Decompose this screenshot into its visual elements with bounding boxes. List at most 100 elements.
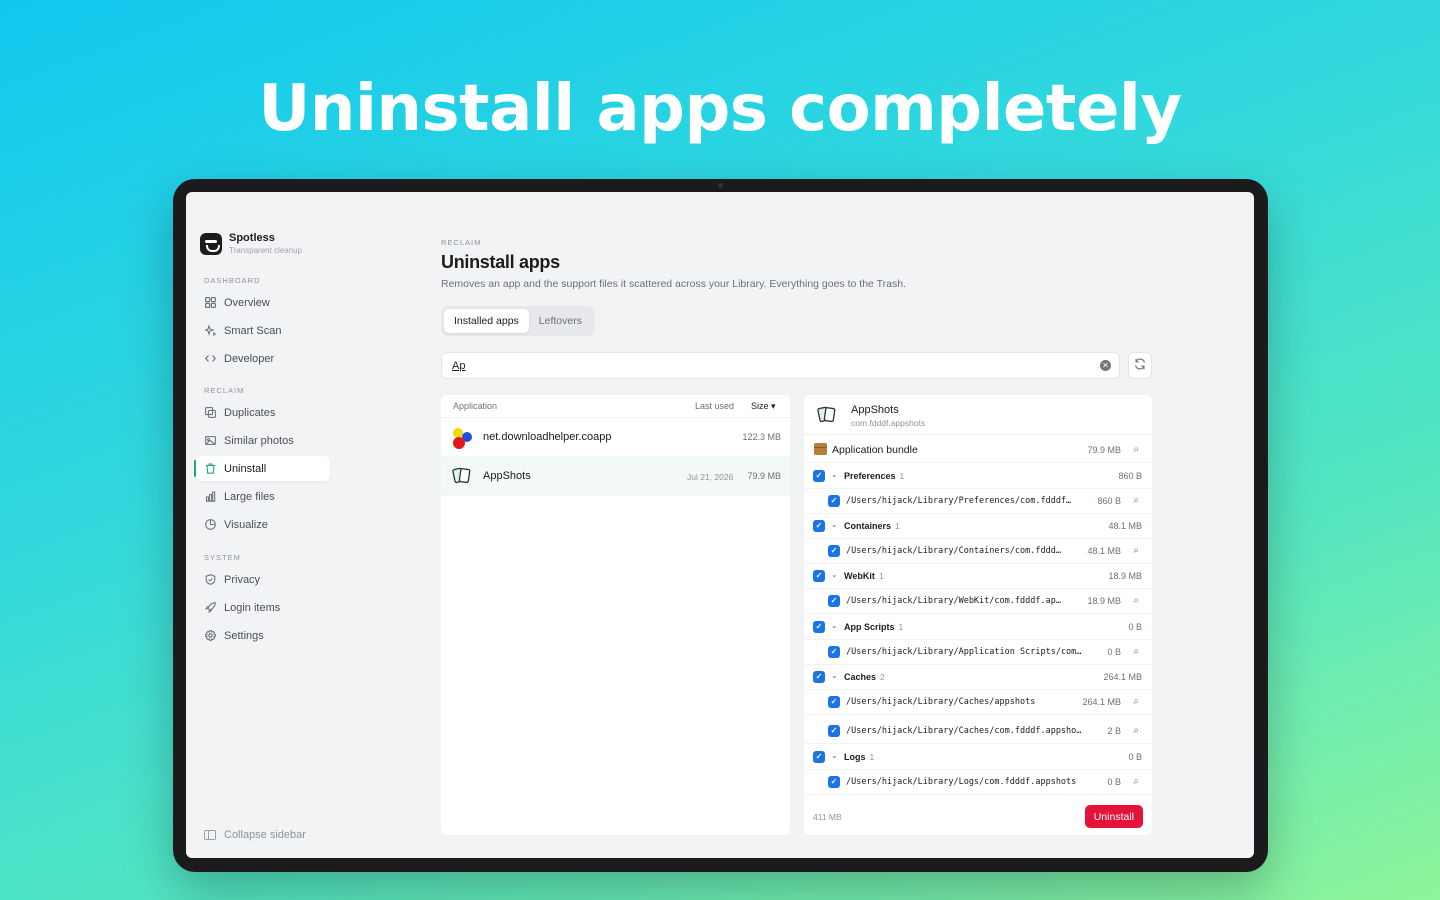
bundle-label: Application bundle [832,444,918,456]
copy-icon [204,406,217,419]
sidebar-item-visualize[interactable]: Visualize [196,512,330,537]
sidebar: Spotless Transparent cleanup DASHBOARD O… [186,192,341,858]
file-path: /Users/hijack/Library/Caches/appshots [846,697,1036,707]
file-size: 48.1 MB [1087,546,1121,556]
column-last-used[interactable]: Last used [695,401,734,411]
photo-icon [204,434,217,447]
file-row[interactable]: ✓ /Users/hijack/Library/Preferences/com.… [804,489,1152,514]
tab-leftovers[interactable]: Leftovers [529,309,592,333]
file-checkbox[interactable]: ✓ [828,776,840,788]
chevron-down-icon[interactable]: ⌄ [831,751,838,760]
sidebar-item-duplicates[interactable]: Duplicates [196,400,330,425]
sidebar-item-label: Overview [224,296,270,309]
sidebar-item-similar-photos[interactable]: Similar photos [196,428,330,453]
chevron-down-icon[interactable]: ⌄ [831,470,838,479]
file-row[interactable]: ✓ /Users/hijack/Library/Application Scri… [804,640,1152,665]
reveal-icon[interactable]: ⌕ [1133,545,1139,556]
column-size[interactable]: Size ▾ [751,401,776,412]
collapse-sidebar-button[interactable]: Collapse sidebar [204,829,306,841]
sidebar-toggle-icon [204,830,216,840]
sidebar-item-label: Similar photos [224,434,294,447]
group-row-containers[interactable]: ✓ ⌄ Containers 1 48.1 MB [804,514,1152,539]
group-checkbox[interactable]: ✓ [813,671,825,683]
group-row-caches[interactable]: ✓ ⌄ Caches 2 264.1 MB [804,665,1152,690]
reveal-icon[interactable]: ⌕ [1133,595,1139,606]
detail-app-name: AppShots [851,404,899,416]
package-icon [814,443,827,455]
file-row[interactable]: ✓ /Users/hijack/Library/Containers/com.f… [804,539,1152,564]
sidebar-item-label: Login items [224,601,281,614]
reveal-icon[interactable]: ⌕ [1133,696,1139,707]
file-checkbox[interactable]: ✓ [828,646,840,658]
file-path: /Users/hijack/Library/Caches/com.fdddf.a… [846,726,1082,736]
file-checkbox[interactable]: ✓ [828,725,840,737]
sidebar-item-overview[interactable]: Overview [196,290,330,315]
group-checkbox[interactable]: ✓ [813,520,825,532]
group-row-webkit[interactable]: ✓ ⌄ WebKit 1 18.9 MB [804,564,1152,589]
file-checkbox[interactable]: ✓ [828,545,840,557]
clear-search-icon[interactable]: ✕ [1100,360,1111,371]
column-application[interactable]: Application [453,401,497,411]
rocket-icon [204,601,217,614]
sidebar-item-login-items[interactable]: Login items [196,595,330,620]
reveal-icon[interactable]: ⌕ [1133,444,1139,455]
bar-chart-icon [204,490,217,503]
app-name: AppShots [483,470,531,482]
sidebar-item-uninstall[interactable]: Uninstall [194,456,330,481]
sidebar-item-privacy[interactable]: Privacy [196,567,330,592]
group-size: 0 B [1128,622,1142,632]
file-row[interactable]: ✓ /Users/hijack/Library/WebKit/com.fdddf… [804,589,1152,614]
trash-icon [204,462,217,475]
app-detail: AppShots com.fdddf.appshots Application … [804,395,1152,835]
sidebar-item-large-files[interactable]: Large files [196,484,330,509]
table-row[interactable]: AppShots Jul 21, 2026 79.9 MB [441,457,790,496]
refresh-button[interactable] [1128,352,1152,379]
file-checkbox[interactable]: ✓ [828,696,840,708]
sidebar-item-smart-scan[interactable]: Smart Scan [196,318,330,343]
group-checkbox[interactable]: ✓ [813,751,825,763]
group-size: 0 B [1128,752,1142,762]
group-count: 2 [880,672,885,682]
group-label: App Scripts 1 [844,622,904,632]
collapse-label: Collapse sidebar [224,829,306,841]
file-size: 18.9 MB [1087,596,1121,606]
file-row[interactable]: ✓ /Users/hijack/Library/Caches/appshots … [804,690,1152,715]
group-checkbox[interactable]: ✓ [813,621,825,633]
group-count: 1 [869,752,875,762]
total-size: 411 MB [813,812,842,822]
grid-icon [204,296,217,309]
group-count: 1 [895,521,900,531]
group-row-app-scripts[interactable]: ✓ ⌄ App Scripts 1 0 B [804,615,1152,640]
chevron-down-icon[interactable]: ⌄ [831,621,838,630]
file-row[interactable]: ✓ /Users/hijack/Library/Logs/com.fdddf.a… [804,770,1152,795]
group-row-logs[interactable]: ✓ ⌄ Logs 1 0 B [804,745,1152,770]
chevron-down-icon[interactable]: ⌄ [831,570,838,579]
file-size: 0 B [1107,777,1121,787]
file-checkbox[interactable]: ✓ [828,495,840,507]
search-input[interactable] [452,359,1092,372]
sidebar-item-label: Privacy [224,573,261,586]
chevron-down-icon[interactable]: ⌄ [831,671,838,680]
detail-footer: 411 MB Uninstall [804,798,1152,835]
group-checkbox[interactable]: ✓ [813,570,825,582]
sidebar-item-settings[interactable]: Settings [196,623,330,648]
file-path: /Users/hijack/Library/Application Script… [846,647,1082,657]
view-tabs: Installed apps Leftovers [441,306,595,336]
brand: Spotless Transparent cleanup [200,232,302,255]
reveal-icon[interactable]: ⌕ [1133,495,1139,506]
section-system: SYSTEM [204,553,241,562]
reveal-icon[interactable]: ⌕ [1133,725,1139,736]
reveal-icon[interactable]: ⌕ [1133,646,1139,657]
sidebar-item-label: Duplicates [224,406,276,419]
reveal-icon[interactable]: ⌕ [1133,776,1139,787]
file-size: 2 B [1107,726,1121,736]
group-row-preferences[interactable]: ✓ ⌄ Preferences 1 860 B [804,464,1152,489]
file-row[interactable]: ✓ /Users/hijack/Library/Caches/com.fdddf… [804,719,1152,744]
uninstall-button[interactable]: Uninstall [1084,805,1143,828]
sidebar-item-developer[interactable]: Developer [196,346,330,371]
tab-installed-apps[interactable]: Installed apps [444,309,529,333]
chevron-down-icon[interactable]: ⌄ [831,520,838,529]
file-checkbox[interactable]: ✓ [828,595,840,607]
group-checkbox[interactable]: ✓ [813,470,825,482]
table-row[interactable]: net.downloadhelper.coapp 122.3 MB [441,418,790,457]
